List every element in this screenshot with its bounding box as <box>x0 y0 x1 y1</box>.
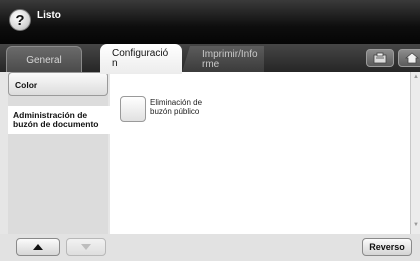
device-screen: ? Listo General Configuració n Imprimir/… <box>0 0 420 261</box>
status-text: Listo <box>37 10 61 21</box>
tab-imprimir-label: Imprimir/Info rme <box>202 49 258 70</box>
sidebar-item-label: Color <box>15 80 38 90</box>
help-icon: ? <box>15 11 25 29</box>
page-up-button[interactable] <box>16 238 60 256</box>
scroll-up-icon: ▲ <box>413 74 419 80</box>
tab-bar: General Configuració n Imprimir/Info rme <box>0 44 420 74</box>
home-button[interactable] <box>398 49 420 67</box>
eliminacion-buzon-publico-button[interactable] <box>120 96 146 122</box>
scrollbar[interactable]: ▲ ▼ <box>410 72 420 234</box>
sidebar-item-administracion-buzon[interactable]: Administración de buzón de documento <box>8 106 110 134</box>
help-button[interactable]: ? <box>9 9 31 31</box>
sidebar-item-color[interactable]: Color <box>8 72 108 96</box>
bottom-bar <box>0 234 420 261</box>
directory-button[interactable] <box>366 49 394 67</box>
option-label: Eliminación de buzón público <box>150 98 203 116</box>
sidebar-item-label: Administración de buzón de documento <box>13 110 99 129</box>
tab-general[interactable]: General <box>6 46 82 72</box>
directory-icon <box>373 52 387 64</box>
scroll-down-icon: ▼ <box>413 222 419 228</box>
main-panel: Eliminación de buzón público <box>110 72 410 234</box>
status-bar: ? Listo <box>0 0 420 44</box>
arrow-down-icon <box>81 244 91 250</box>
reverso-button[interactable]: Reverso <box>362 238 412 256</box>
tab-imprimir-informe[interactable]: Imprimir/Info rme <box>182 46 264 72</box>
page-down-button[interactable] <box>66 238 106 256</box>
arrow-up-icon <box>33 244 43 250</box>
sidebar: Color Administración de buzón de documen… <box>8 72 110 234</box>
tab-configuracion[interactable]: Configuració n <box>100 44 182 74</box>
home-icon <box>405 52 419 64</box>
tab-configuracion-label: Configuració n <box>112 48 169 69</box>
